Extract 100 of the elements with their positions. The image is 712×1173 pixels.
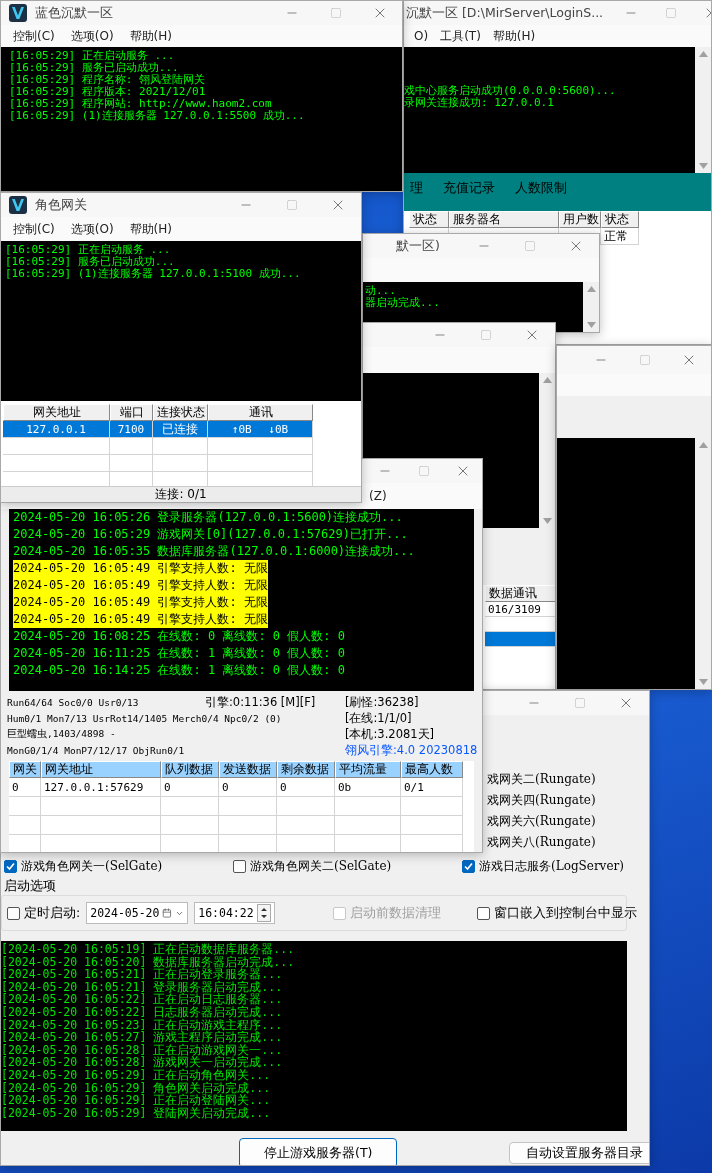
table-row[interactable] — [485, 632, 555, 647]
window-title: 沉默一区 [D:\MirServer\LoginS... — [406, 4, 604, 22]
scroll-down-icon[interactable] — [698, 679, 708, 685]
log-line: [16:05:29] 程序名称: 翎风登陆网关 — [9, 74, 206, 86]
empty-cell — [9, 797, 41, 816]
scroll-up-icon[interactable] — [698, 51, 708, 57]
log-line: [2024-05-20 16:05:23] 正在启动游戏主程序... — [1, 1018, 283, 1032]
scroll-down-icon[interactable] — [586, 322, 596, 328]
menu-item[interactable]: 选项(O) — [62, 220, 122, 238]
column-header[interactable]: 状态 — [409, 211, 449, 228]
log-line: 2024-05-20 16:11:25 在线数: 1 离线数: 0 假人数: 0 — [13, 645, 345, 662]
checkbox-label[interactable]: 戏网关八(Rungate) — [487, 832, 649, 853]
scrollbar[interactable] — [583, 282, 599, 332]
scroll-down-icon[interactable] — [698, 163, 708, 169]
checkbox[interactable] — [476, 906, 490, 920]
menu-item[interactable]: 控制(C) — [5, 27, 63, 45]
tab[interactable]: 充值记录 — [443, 179, 495, 197]
menu-item[interactable]: O) — [408, 29, 435, 43]
column-header[interactable]: 最高人数 — [401, 761, 463, 778]
scroll-up-icon[interactable] — [542, 377, 552, 383]
column-header[interactable]: 剩余数据 — [277, 761, 335, 778]
log-line: [16:05:29] 正在启动服务 ... — [5, 244, 171, 256]
checkbox-label[interactable]: 窗口嵌入到控制台中显示 — [493, 904, 637, 922]
checkbox-label[interactable]: 戏网关四(Rungate) — [487, 790, 649, 811]
checkbox[interactable] — [4, 860, 17, 873]
checkbox-label[interactable]: 游戏角色网关一(SelGate) — [21, 856, 163, 877]
table-row[interactable]: 127.0.0.1 7100 已连接 ↑0B ↓0B — [3, 421, 313, 438]
maximize-icon[interactable] — [480, 329, 492, 341]
checkbox-label[interactable]: 戏网关六(Rungate) — [487, 811, 649, 832]
scrollbar[interactable] — [695, 47, 711, 173]
push-button[interactable]: 停止游戏服务器(T) — [239, 1138, 398, 1165]
date-field[interactable]: 2024-05-20 — [86, 902, 189, 924]
log-line: 2024-05-20 16:14:25 在线数: 1 离线数: 0 假人数: 0 — [13, 662, 345, 679]
logo-icon — [9, 4, 27, 22]
checkbox[interactable] — [233, 860, 246, 873]
menu-item[interactable]: 控制(C) — [5, 220, 63, 238]
menu-item[interactable]: 帮助(H) — [121, 27, 180, 45]
maximize-icon[interactable] — [639, 354, 651, 366]
table-cell: 已连接 — [153, 421, 208, 438]
log-line: [2024-05-20 16:05:28] 游戏网关一启动完成... — [1, 1056, 283, 1069]
log-line: [2024-05-20 16:05:27] 游戏主程序启动完成... — [1, 1031, 283, 1044]
scroll-up-icon[interactable] — [698, 442, 708, 448]
checkbox-label[interactable]: 定时启动: — [24, 904, 81, 922]
column-header[interactable]: 通讯 — [208, 404, 313, 421]
log-line: [16:05:29] 程序版本: 2021/12/01 — [9, 86, 206, 98]
checkbox-label[interactable]: 游戏日志服务(LogServer) — [479, 856, 624, 877]
tab[interactable]: 人数限制 — [515, 179, 567, 197]
spin-button-icon[interactable] — [256, 904, 271, 922]
table-cell: 0 — [219, 778, 277, 797]
menu-item[interactable]: 工具(T) — [434, 27, 487, 45]
checkbox-label[interactable]: 游戏角色网关二(SelGate) — [250, 856, 392, 877]
calendar-icon[interactable] — [162, 907, 173, 919]
column-header[interactable]: 网关 — [9, 761, 41, 778]
column-header[interactable]: 数据通讯 — [485, 585, 555, 602]
status-text: 引擎:0:11:36 [M][F] — [205, 695, 317, 710]
checkbox[interactable] — [7, 906, 20, 920]
log-line: [16:05:29] 程序网站: http://www.haom2.com — [9, 98, 272, 110]
version-text: 翎风引擎:4.0 20230818 — [345, 743, 478, 758]
column-header[interactable]: 端口 — [110, 404, 153, 421]
tab[interactable]: 理 — [410, 179, 423, 197]
menu-item[interactable]: (Z) — [365, 489, 391, 503]
log-line: [2024-05-20 16:05:22] 正在启动日志服务器... — [1, 993, 283, 1006]
column-header[interactable]: 网关地址 — [41, 761, 161, 778]
empty-cell — [161, 816, 219, 835]
maximize-icon[interactable] — [286, 199, 298, 211]
maximize-icon[interactable] — [330, 7, 342, 19]
push-button[interactable]: 自动设置服务器目录 — [509, 1142, 649, 1164]
checkbox[interactable] — [462, 860, 475, 873]
maximize-icon[interactable] — [574, 697, 586, 709]
column-header[interactable]: 队列数据 — [161, 761, 219, 778]
maximize-icon[interactable] — [665, 7, 678, 19]
scroll-up-icon[interactable] — [586, 286, 596, 292]
checkbox-label[interactable]: 戏网关二(Rungate) — [487, 769, 649, 790]
empty-cell — [219, 797, 277, 816]
menu-item[interactable]: 帮助(H) — [486, 27, 542, 45]
table-row[interactable]: 016/3109 — [485, 602, 555, 632]
log-line: [2024-05-20 16:05:29] 登陆网关启动完成... — [1, 1106, 271, 1120]
column-header[interactable]: 平均流量 — [335, 761, 401, 778]
scroll-down-icon[interactable] — [542, 518, 552, 524]
log-line: [2024-05-20 16:05:21] 登录服务器启动完成... — [1, 980, 283, 994]
maximize-icon[interactable] — [417, 465, 430, 477]
column-header[interactable]: 连接状态 — [153, 404, 208, 421]
empty-cell — [153, 438, 208, 455]
empty-cell — [219, 816, 277, 835]
menu-item[interactable]: 选项(O) — [62, 27, 122, 45]
time-field[interactable]: 16:04:22 — [194, 902, 275, 924]
empty-cell — [335, 797, 401, 816]
empty-cell — [401, 797, 463, 816]
scrollbar[interactable] — [695, 438, 711, 689]
column-header[interactable]: 发送数据 — [219, 761, 277, 778]
column-header[interactable]: 状态 — [601, 211, 639, 228]
column-header[interactable]: 网关地址 — [3, 404, 110, 421]
column-header[interactable]: 服务器名 — [449, 211, 559, 228]
log-line: 器启动完成... — [365, 297, 440, 309]
log-line: [2024-05-20 16:05:28] 正在启动游戏网关一... — [1, 1043, 283, 1057]
log-line: [16:05:29] 正在启动服务 ... — [9, 50, 175, 62]
column-header[interactable]: 用户数 — [559, 211, 601, 228]
log-line: [2024-05-20 16:05:19] 正在启动数据库服务器... — [1, 943, 295, 956]
menu-item[interactable]: 帮助(H) — [121, 220, 180, 238]
maximize-icon[interactable] — [524, 240, 536, 252]
